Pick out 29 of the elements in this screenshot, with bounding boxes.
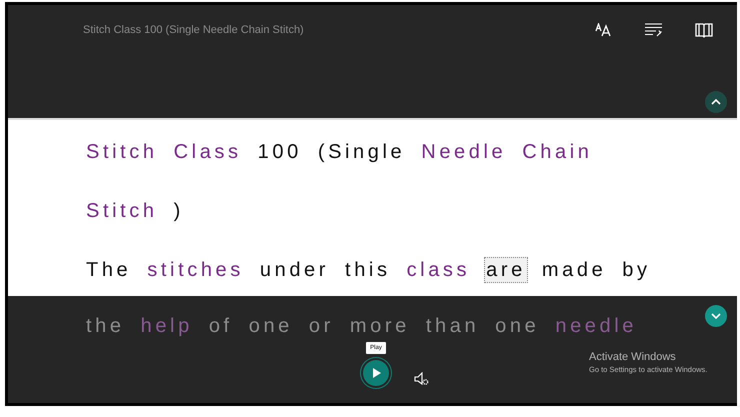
reading-word[interactable]: or <box>306 312 336 338</box>
play-icon <box>370 367 382 379</box>
scroll-up-button[interactable] <box>705 91 727 113</box>
reading-word[interactable]: this <box>343 256 393 282</box>
reading-word[interactable]: The <box>84 256 134 282</box>
scroll-down-button[interactable] <box>705 305 727 327</box>
reading-word[interactable]: by <box>620 256 653 282</box>
reading-word[interactable]: (Single <box>316 138 408 164</box>
reading-word[interactable]: the <box>84 312 127 338</box>
document-title: Stitch Class 100 (Single Needle Chain Stitch) <box>83 24 305 36</box>
reading-word[interactable]: are <box>484 256 528 282</box>
reading-word[interactable]: under <box>258 256 332 282</box>
reading-word[interactable]: ) <box>172 198 186 224</box>
reading-word[interactable]: Needle <box>419 138 508 164</box>
reading-word[interactable]: Stitch <box>84 198 160 224</box>
reading-word[interactable]: stitches <box>145 256 246 282</box>
reading-word[interactable]: 100 <box>256 138 304 164</box>
play-button[interactable] <box>363 360 389 386</box>
reading-word[interactable]: Chain <box>520 138 595 164</box>
reading-word[interactable]: Stitch <box>84 138 160 164</box>
reading-word[interactable]: of <box>206 312 235 338</box>
reading-word[interactable]: one <box>493 312 542 338</box>
reading-word[interactable]: more <box>348 312 412 338</box>
activation-notice-title: Activate Windows <box>589 351 677 363</box>
reading-word[interactable]: made <box>540 256 608 282</box>
reading-word[interactable]: one <box>246 312 295 338</box>
reading-word[interactable]: Class <box>172 138 244 164</box>
reading-word[interactable]: class <box>404 256 472 282</box>
reading-word[interactable]: than <box>424 312 482 338</box>
